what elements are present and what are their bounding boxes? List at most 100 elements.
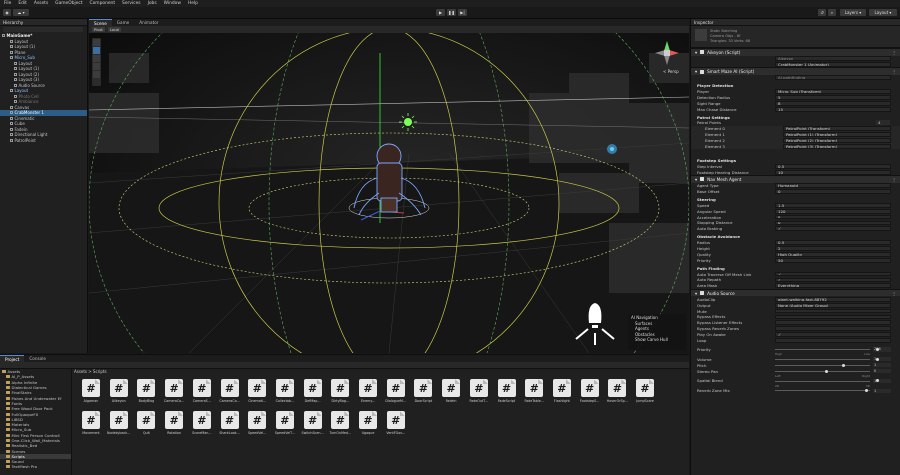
orientation-gizmo[interactable] [651,37,683,69]
script-asset[interactable]: # SwitchScen... [300,411,326,441]
menu-jobs[interactable]: Jobs [148,1,157,6]
move-tool-icon[interactable] [93,47,100,54]
field-value[interactable]: 8 [775,214,891,220]
field-value[interactable]: giant-walking-fast-88792 [775,296,891,302]
foldout-arrow-icon[interactable]: ▾ [695,50,697,55]
perspective-label[interactable]: < Persp [663,69,679,74]
folder-item[interactable]: TextMesh Pro [0,464,71,469]
tab-console[interactable]: Console [24,355,51,362]
field-value[interactable]: ✓ [775,271,891,277]
menu-component[interactable]: Component [90,1,116,6]
script-asset[interactable]: # CameraCo... [161,379,187,409]
field-value[interactable]: PatrolPoint (1) (Transform) [783,132,891,138]
field-value[interactable]: PatrolPoint (2) (Transform) [783,138,891,144]
field-value[interactable] [775,314,891,320]
field-value[interactable]: 10 [775,169,891,175]
field-value[interactable]: Micro_Sub (Transform) [775,89,891,94]
unity-account-icon[interactable]: ◉ [3,9,11,16]
slider-knob[interactable] [865,389,869,393]
script-asset[interactable]: # AIgaman [78,379,104,409]
hierarchy-item[interactable]: PatrolPoint [0,138,87,144]
play-button[interactable]: ▶ [436,9,445,16]
script-asset[interactable]: # FadeTable... [521,379,547,409]
ai-navigation-item[interactable]: Show Carve Hull [631,337,683,343]
field-value[interactable]: 0 [775,220,891,226]
field-value[interactable] [775,320,891,326]
script-asset[interactable]: # VentFGov... [383,411,409,441]
script-asset[interactable]: # FootstepS... [577,379,603,409]
script-asset[interactable]: # CameraCo... [217,379,243,409]
field-value[interactable]: Humanoid [775,183,891,188]
collab-button[interactable]: ☁ ▾ [13,9,29,16]
script-asset[interactable]: # BodyBlog [133,379,159,409]
component-menu-icon[interactable]: ⋮ [892,50,896,55]
script-asset[interactable]: # CameraS... [189,379,215,409]
script-asset[interactable]: # Nodekyback... [106,411,132,441]
slider-knob[interactable] [841,363,845,367]
rotate-tool-icon[interactable] [93,55,100,62]
field-value[interactable]: 120 [775,208,891,214]
script-asset[interactable]: # Movement [78,411,104,441]
field-value[interactable]: Everything [775,283,891,289]
field-value[interactable]: PatrolPoint (Transform) [783,126,891,132]
layers-dropdown[interactable]: Layers ▾ [840,9,866,16]
enabled-checkbox[interactable] [700,69,705,74]
tab-animator[interactable]: Animator [134,19,163,26]
tab-scene[interactable]: Scene [89,19,112,26]
script-asset[interactable]: # DoorScript [410,379,436,409]
hierarchy-search-input[interactable] [0,26,87,33]
script-asset[interactable]: # Cinemati... [244,379,270,409]
script-asset[interactable]: # FadeScript [494,379,520,409]
component-menu-icon[interactable]: ⋮ [892,177,896,182]
field-value[interactable] [775,326,891,332]
field-value[interactable]: 0.5 [775,163,891,169]
history-icon[interactable]: ↺ [818,9,826,16]
field-value[interactable]: 1.5 [775,202,891,208]
slider-value[interactable]: 1 [873,362,891,368]
field-value[interactable] [775,338,891,343]
script-asset[interactable]: # Collectab... [272,379,298,409]
slider[interactable]: 1 [775,388,891,394]
field-value[interactable]: 5 [775,95,891,100]
field-value[interactable]: 2 [775,246,891,251]
foldout-arrow-icon[interactable]: ▾ [695,291,697,296]
menu-assets[interactable]: Assets [34,1,48,6]
script-asset[interactable]: # SpeedVelT... [272,411,298,441]
script-asset[interactable]: # Rotation [161,411,187,441]
foldout-arrow-icon[interactable]: ▾ [695,177,697,182]
layout-dropdown[interactable]: Layout ▾ [869,9,897,16]
field-value[interactable]: 50 [775,257,891,263]
slider[interactable]: 1 [775,378,891,384]
enabled-checkbox[interactable] [700,50,705,55]
script-asset[interactable]: # JumpScare [632,379,658,409]
pause-button[interactable]: ❚❚ [447,9,456,16]
script-asset[interactable]: # DirtyBag... [327,379,353,409]
script-asset[interactable]: # Enemy... [355,379,381,409]
menu-help[interactable]: Help [188,1,198,6]
audio-source-component[interactable]: ▾ Audio Source ⋮ [691,288,900,297]
script-asset[interactable]: # SpeedVel... [244,411,270,441]
script-asset[interactable]: # Flashlight [549,379,575,409]
script-asset[interactable]: # HoverOrSp... [604,379,630,409]
script-asset[interactable]: # DefMap... [300,379,326,409]
script-asset[interactable]: # TurnOnMed... [327,411,353,441]
menu-gameobject[interactable]: GameObject [55,1,82,6]
scene-view[interactable] [89,33,689,353]
menu-edit[interactable]: Edit [18,1,27,6]
slider[interactable]: 256 [775,347,891,352]
script-asset[interactable]: # Ugaque [355,411,381,441]
rect-tool-icon[interactable] [93,71,100,78]
field-value[interactable]: None (Audio Mixer Group) [775,302,891,308]
slider[interactable]: 0 [775,368,891,374]
menu-file[interactable]: File [4,1,11,6]
step-button[interactable]: ▶| [458,9,467,16]
tab-game[interactable]: Game [112,19,134,26]
scene-pivot-dropdown[interactable]: Pivot [92,27,105,32]
script-asset[interactable]: # DialogueM... [383,379,409,409]
enabled-checkbox[interactable] [700,177,705,182]
script-asset[interactable]: # Alikeyon [106,379,132,409]
search-icon[interactable]: ⌕ [828,9,836,16]
nav-mesh-agent-component[interactable]: ▾ Nav Mesh Agent ⋮ [691,175,900,183]
smart-maze-component[interactable]: ▾ Smart Maze AI (Script) ⋮ [691,67,900,75]
inspector-tab[interactable]: Inspector [691,19,900,26]
